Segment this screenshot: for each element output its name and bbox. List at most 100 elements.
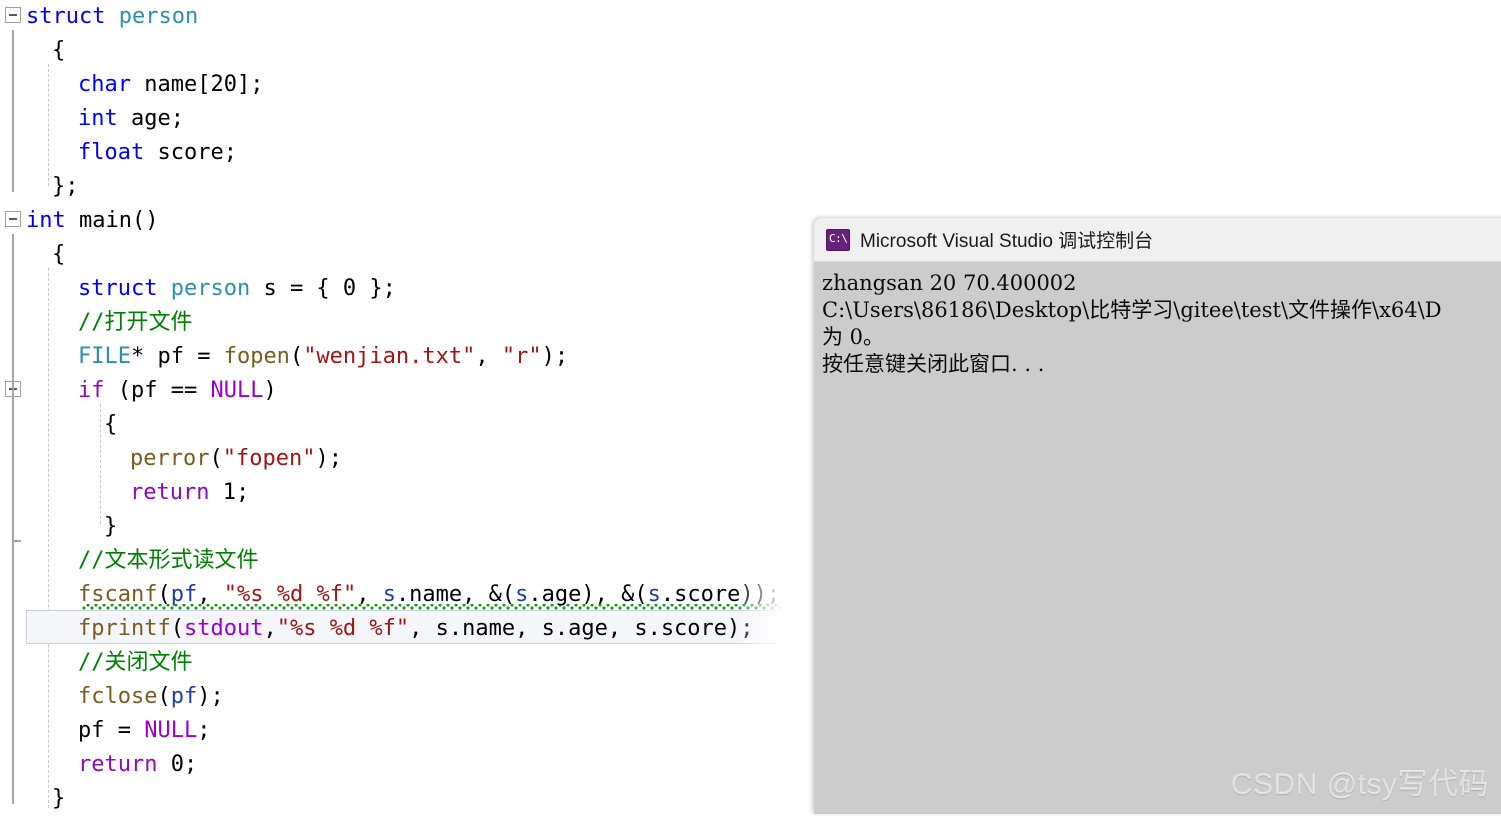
code-token: main — [78, 208, 132, 233]
code-line[interactable]: struct person — [26, 0, 198, 34]
code-token: ) — [263, 378, 277, 403]
code-token: (pf == — [117, 378, 211, 403]
indent-guide-level2-if — [100, 404, 101, 524]
code-token: }; — [52, 174, 79, 199]
console-window-title: Microsoft Visual Studio 调试控制台 — [860, 231, 1154, 252]
console-output-line: 按任意键关闭此窗口. . . — [822, 352, 1045, 376]
code-token: , s.name, s.age, s.score); — [409, 616, 754, 641]
code-token: fopen — [223, 344, 290, 369]
code-token: , — [356, 582, 383, 607]
code-line[interactable]: return 1; — [130, 476, 249, 510]
code-token: s — [515, 582, 529, 607]
code-line[interactable]: int main() — [26, 204, 158, 238]
code-token: , — [263, 616, 277, 641]
code-token: () — [131, 208, 159, 233]
code-line[interactable]: } — [104, 510, 117, 544]
code-token: NULL — [210, 378, 264, 403]
code-token: ( — [209, 446, 223, 471]
code-token: "fopen" — [222, 446, 316, 471]
code-token: NULL — [144, 718, 198, 743]
code-line[interactable]: pf = NULL; — [78, 714, 210, 748]
outline-spine-foot-if — [12, 540, 21, 542]
console-output-area[interactable]: zhangsan 20 70.400002 C:\Users\86186\Desk… — [814, 262, 1501, 378]
code-line[interactable]: float score; — [78, 136, 237, 170]
code-token: ]; — [236, 72, 264, 97]
console-titlebar[interactable]: C:\ Microsoft Visual Studio 调试控制台 — [814, 218, 1501, 262]
code-token: FILE — [78, 344, 131, 369]
code-token: float — [78, 140, 158, 165]
code-token: //文本形式读文件 — [78, 548, 259, 573]
code-token: s = { — [250, 276, 343, 301]
code-token: fprintf — [78, 616, 171, 641]
outline-collapse-button[interactable] — [5, 211, 21, 227]
console-output-line: C:\Users\86186\Desktop\比特学习\gitee\test\文… — [822, 298, 1442, 322]
code-token: int — [78, 106, 131, 131]
code-token: ( — [170, 616, 184, 641]
code-token: "r" — [501, 344, 542, 369]
code-line[interactable]: int age; — [78, 102, 184, 136]
code-line[interactable]: if (pf == NULL) — [78, 374, 277, 408]
code-token: ( — [289, 344, 304, 369]
code-line[interactable]: { — [52, 238, 65, 272]
code-token: }; — [356, 276, 396, 301]
code-token: person — [118, 4, 199, 29]
code-token: s — [382, 582, 396, 607]
outline-collapse-button[interactable] — [5, 7, 21, 23]
code-token: } — [104, 514, 118, 539]
code-token: .name, &( — [395, 582, 516, 607]
code-token: { — [104, 412, 118, 437]
code-token: 20 — [210, 72, 237, 97]
debug-console-window[interactable]: C:\ Microsoft Visual Studio 调试控制台 zhangs… — [814, 218, 1501, 814]
console-output-line: 为 0。 — [822, 325, 885, 349]
code-line[interactable]: perror("fopen"); — [130, 442, 342, 476]
code-line[interactable]: { — [52, 34, 65, 68]
code-token: fclose — [78, 684, 158, 709]
code-line[interactable]: char name[20]; — [78, 68, 263, 102]
code-line[interactable]: } — [52, 782, 65, 816]
code-line[interactable]: return 0; — [78, 748, 197, 782]
code-token: , — [197, 582, 224, 607]
code-token: ( — [157, 582, 171, 607]
outline-spine-struct — [12, 30, 14, 192]
indent-guide-level1-main — [48, 268, 49, 808]
code-token: person — [170, 276, 251, 301]
code-token: if — [78, 378, 118, 403]
code-token: return — [130, 480, 223, 505]
code-token: 0 — [170, 752, 184, 777]
outline-spine-main — [12, 234, 14, 804]
code-token: } — [52, 786, 66, 811]
code-token: ( — [157, 684, 171, 709]
code-token: age; — [130, 106, 184, 131]
code-token: fscanf — [78, 582, 158, 607]
code-line[interactable]: }; — [52, 170, 79, 204]
code-token: stdout — [183, 616, 264, 641]
code-token: "wenjian.txt" — [303, 344, 476, 369]
code-token: "%s %d %f" — [276, 616, 410, 641]
code-line[interactable]: fprintf(stdout,"%s %d %f", s.name, s.age… — [78, 612, 754, 646]
code-token: .age), &( — [528, 582, 648, 607]
console-output-line: zhangsan 20 70.400002 — [822, 271, 1077, 295]
code-line[interactable]: fscanf(pf, "%s %d %f", s.name, &(s.age),… — [78, 578, 780, 612]
code-token: //关闭文件 — [78, 650, 193, 675]
console-icon-label: C:\ — [829, 231, 848, 245]
code-token: struct — [78, 276, 171, 301]
code-line[interactable]: //打开文件 — [78, 306, 193, 340]
code-token: ); — [315, 446, 342, 471]
code-token: ; — [183, 752, 198, 777]
code-line[interactable]: FILE* pf = fopen("wenjian.txt", "r"); — [78, 340, 568, 374]
code-line[interactable]: //关闭文件 — [78, 646, 193, 680]
code-token: ); — [197, 684, 224, 709]
editor-right-fade — [734, 0, 816, 813]
code-line[interactable]: { — [104, 408, 117, 442]
code-token: { — [52, 38, 66, 63]
code-line[interactable]: fclose(pf); — [78, 680, 224, 714]
code-token: 0 — [342, 276, 357, 301]
console-app-icon: C:\ — [826, 228, 850, 251]
code-line[interactable]: //文本形式读文件 — [78, 544, 259, 578]
code-line[interactable]: struct person s = { 0 }; — [78, 272, 396, 306]
code-token: perror — [130, 446, 210, 471]
code-token: return — [78, 752, 171, 777]
code-token: 1 — [222, 480, 236, 505]
indent-guide-level1-struct — [48, 64, 49, 186]
code-token: ; — [235, 480, 250, 505]
